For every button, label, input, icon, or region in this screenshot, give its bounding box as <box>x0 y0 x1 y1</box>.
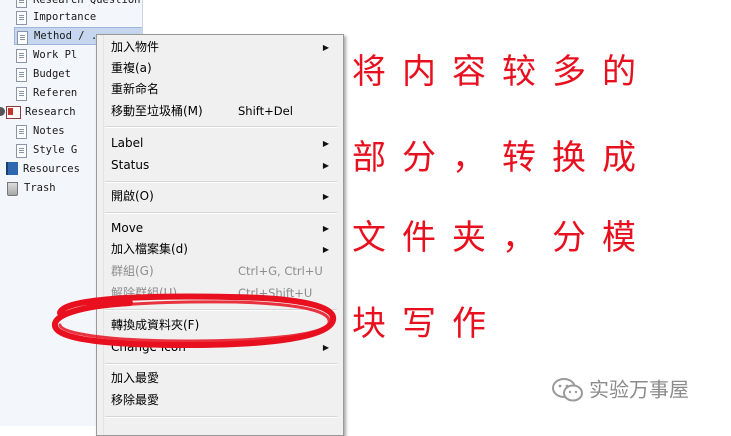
annotation-line-2: 部分，转换成 <box>352 138 652 178</box>
binder-item-references[interactable]: Referen <box>16 84 77 102</box>
menu-item-status[interactable]: Status ▶ <box>97 155 343 176</box>
binder-item-importance[interactable]: Importance <box>16 8 96 26</box>
annotation-line-3: 文件夹，分模 <box>352 218 652 258</box>
trash-icon <box>7 182 18 196</box>
document-icon <box>16 87 27 101</box>
folder-icon <box>6 106 21 119</box>
annotation-line-4: 块写作 <box>352 304 502 344</box>
menu-item-add-favorite[interactable]: 加入最愛 <box>97 368 343 389</box>
menu-item-change-icon[interactable]: Change Icon ▶ <box>97 337 343 358</box>
submenu-arrow-icon: ▶ <box>322 224 329 233</box>
book-icon <box>6 162 18 175</box>
document-icon <box>16 0 27 8</box>
menu-item-ungroup[interactable]: 解除群組(U) Ctrl+Shift+U <box>97 283 343 304</box>
document-icon <box>17 31 28 45</box>
document-icon <box>16 144 27 158</box>
menu-item-group[interactable]: 群組(G) Ctrl+G, Ctrl+U <box>97 261 343 282</box>
menu-item-label[interactable]: Label ▶ <box>97 133 343 154</box>
submenu-arrow-icon: ▶ <box>322 192 329 201</box>
context-menu: 加入物件 ▶ 重複(a) 重新命名 移動至垃圾桶(M) Shift+Del La… <box>96 34 344 436</box>
binder-item-style-guide[interactable]: Style G <box>16 141 77 159</box>
submenu-arrow-icon: ▶ <box>322 161 329 170</box>
binder-folder-research[interactable]: Research <box>0 103 76 121</box>
annotation-line-1: 将内容较多的 <box>352 52 652 92</box>
menu-item-remove-favorite[interactable]: 移除最愛 <box>97 390 343 411</box>
disclosure-triangle-icon[interactable] <box>0 107 5 116</box>
menu-separator <box>105 181 337 183</box>
menu-item-add-item[interactable]: 加入物件 ▶ <box>97 37 343 58</box>
menu-item-rename[interactable]: 重新命名 <box>97 79 343 100</box>
menu-item-duplicate[interactable]: 重複(a) <box>97 58 343 79</box>
binder-item-trash[interactable]: Trash <box>7 179 56 197</box>
menu-item-add-to-collection[interactable]: 加入檔案集(d) ▶ <box>97 239 343 260</box>
binder-item-work-plan[interactable]: Work Pl <box>16 46 77 64</box>
binder-item-resources[interactable]: Resources <box>6 160 80 178</box>
submenu-arrow-icon: ▶ <box>322 43 329 52</box>
binder-item-budget[interactable]: Budget <box>16 65 71 83</box>
menu-separator <box>105 126 337 128</box>
menu-separator <box>105 363 337 365</box>
document-icon <box>16 125 27 139</box>
document-icon <box>16 68 27 82</box>
document-icon <box>16 11 27 25</box>
menu-item-open[interactable]: 開啟(O) ▶ <box>97 186 343 207</box>
submenu-arrow-icon: ▶ <box>322 245 329 254</box>
menu-separator <box>105 416 337 418</box>
menu-separator <box>105 212 337 214</box>
document-icon <box>16 49 27 63</box>
submenu-arrow-icon: ▶ <box>322 343 329 352</box>
watermark-text: 实验万事屋 <box>589 377 689 402</box>
menu-item-convert-to-folder[interactable]: 轉換成資料夾(F) <box>97 315 343 336</box>
submenu-arrow-icon: ▶ <box>322 139 329 148</box>
watermark: 实验万事屋 <box>551 372 689 404</box>
binder-item-notes[interactable]: Notes <box>16 122 65 140</box>
menu-item-move[interactable]: Move ▶ <box>97 218 343 239</box>
menu-separator <box>105 309 337 311</box>
wechat-icon <box>552 377 583 401</box>
menu-item-move-to-trash[interactable]: 移動至垃圾桶(M) Shift+Del <box>97 101 343 122</box>
